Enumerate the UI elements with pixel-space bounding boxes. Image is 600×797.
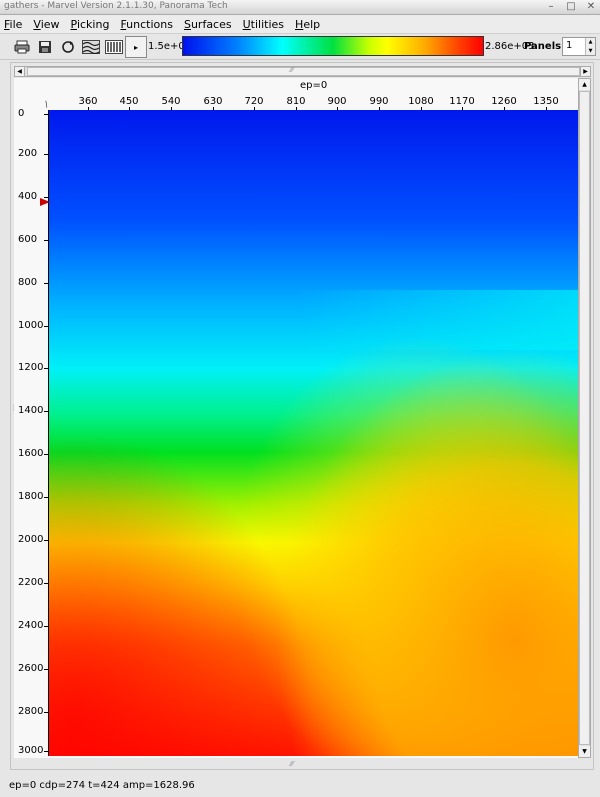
play-button[interactable]: ▸ (125, 36, 147, 58)
y-tick-label: 1400 (18, 405, 44, 416)
refresh-icon[interactable] (58, 37, 78, 57)
colorbar[interactable] (182, 36, 484, 56)
minimize-button[interactable]: – (545, 1, 557, 13)
x-tick-label: 450 (119, 96, 139, 107)
title-bar: gathers - Marvel Version 2.1.1.30, Panor… (0, 0, 600, 15)
status-text: ep=0 cdp=274 t=424 amp=1628.96 (9, 780, 195, 791)
bottom-grip-icon: ⁄⁄⁄ (290, 760, 294, 768)
panels-spinbox[interactable]: 1 ▲ ▼ (562, 37, 596, 56)
x-tick-label: 1080 (408, 96, 434, 107)
spin-arrows[interactable]: ▲ ▼ (585, 38, 595, 55)
y-tick-label: 2800 (18, 706, 44, 717)
y-tick-label: 2200 (18, 577, 44, 588)
x-tick-label: 900 (327, 96, 347, 107)
close-button[interactable]: ✕ (585, 1, 597, 13)
horizontal-scroll-thumb[interactable] (27, 67, 580, 76)
x-tick-label: 1260 (491, 96, 517, 107)
velocity-density-image[interactable] (48, 110, 578, 756)
status-bar: ep=0 cdp=274 t=424 amp=1628.96 (0, 777, 600, 797)
x-tick-label: 540 (161, 96, 181, 107)
maximize-button[interactable]: □ (565, 1, 577, 13)
scroll-right-icon[interactable]: ▶ (580, 67, 590, 76)
x-tick-label: 1170 (449, 96, 475, 107)
menu-view[interactable]: View (33, 18, 59, 31)
x-tick-label: 360 (78, 96, 98, 107)
density-display-icon[interactable] (104, 37, 124, 57)
panels-value: 1 (566, 40, 573, 51)
y-tick-label: 2600 (18, 663, 44, 674)
spin-down-icon[interactable]: ▼ (589, 48, 593, 54)
horizontal-scrollbar[interactable]: ◀ ▶ (14, 66, 591, 77)
wiggle-display-icon[interactable] (81, 37, 101, 57)
y-tick-label: 400 (18, 191, 38, 202)
y-tick-label: 600 (18, 234, 38, 245)
y-tick-label: 3000 (18, 745, 44, 756)
window-title: gathers - Marvel Version 2.1.1.30, Panor… (4, 1, 228, 11)
panels-label: Panels: (524, 41, 566, 52)
y-tick-label: 2000 (18, 534, 44, 545)
scroll-up-icon[interactable]: ▲ (579, 79, 590, 90)
menu-bar: File View Picking Functions Surfaces Uti… (0, 15, 600, 34)
horizontal-grip-icon: ⁄⁄⁄ (290, 66, 294, 74)
scroll-down-icon[interactable]: ▼ (579, 746, 590, 757)
x-tick-label: 990 (369, 96, 389, 107)
menu-picking[interactable]: Picking (71, 18, 110, 31)
vertical-scrollbar[interactable]: ▲ ▼ (578, 78, 591, 758)
y-tick-label: 1200 (18, 362, 44, 373)
spin-up-icon[interactable]: ▲ (589, 39, 593, 45)
y-tick-label: 1800 (18, 491, 44, 502)
y-tick-label: 2400 (18, 620, 44, 631)
save-icon[interactable] (35, 37, 55, 57)
x-tick-label: 1350 (533, 96, 559, 107)
x-tick-label: 720 (244, 96, 264, 107)
x-tick-label: 630 (203, 96, 223, 107)
pick-marker-icon[interactable] (38, 197, 52, 207)
menu-functions[interactable]: Functions (120, 18, 173, 31)
gather-header-label: ep=0 (300, 80, 328, 91)
menu-utilities[interactable]: Utilities (243, 18, 284, 31)
y-tick-label: 0 (18, 108, 25, 119)
y-tick-label: 1000 (18, 320, 44, 331)
scroll-left-icon[interactable]: ◀ (15, 67, 25, 76)
menu-surfaces[interactable]: Surfaces (184, 18, 232, 31)
menu-help[interactable]: Help (295, 18, 320, 31)
y-tick-label: 200 (18, 148, 38, 159)
window-controls: – □ ✕ (545, 1, 597, 13)
print-icon[interactable] (12, 37, 32, 57)
y-tick-label: 1600 (18, 448, 44, 459)
x-tick-label: 810 (286, 96, 306, 107)
y-tick-label: 800 (18, 277, 38, 288)
vertical-scroll-thumb[interactable] (579, 91, 590, 745)
menu-file[interactable]: File (4, 18, 22, 31)
